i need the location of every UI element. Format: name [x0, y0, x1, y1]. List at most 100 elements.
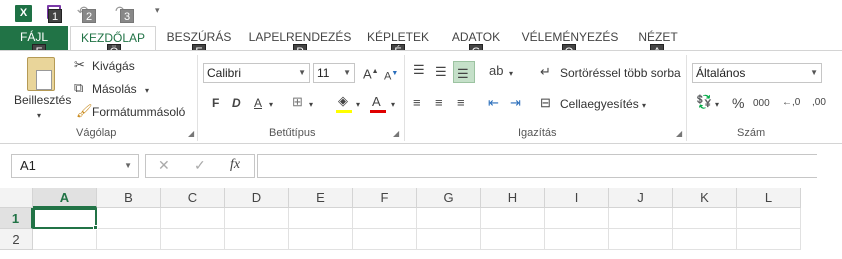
increase-font-icon[interactable]: A▲: [363, 65, 379, 81]
number-format-value: Általános: [696, 66, 746, 80]
cancel-icon[interactable]: ✕: [158, 157, 170, 174]
cell[interactable]: [609, 208, 673, 229]
column-header[interactable]: L: [737, 188, 801, 208]
orientation-dropdown-icon[interactable]: ▾: [509, 67, 513, 81]
column-header[interactable]: C: [161, 188, 225, 208]
cell[interactable]: [737, 208, 801, 229]
increase-indent-icon[interactable]: ⇥: [510, 96, 521, 110]
align-top-icon[interactable]: ☰: [413, 63, 425, 77]
cell[interactable]: [161, 229, 225, 250]
row-header[interactable]: 1: [0, 208, 33, 229]
column-header[interactable]: K: [673, 188, 737, 208]
copy-button[interactable]: Másolás: [92, 82, 137, 96]
cell[interactable]: [33, 229, 97, 250]
underline-button[interactable]: A: [254, 96, 262, 110]
bold-button[interactable]: F: [212, 96, 219, 110]
font-name-combo[interactable]: Calibri ▼: [203, 63, 310, 83]
column-header[interactable]: J: [609, 188, 673, 208]
cell[interactable]: [225, 208, 289, 229]
cell[interactable]: [417, 229, 481, 250]
format-painter-button[interactable]: Formátummásoló: [92, 105, 185, 119]
fill-handle[interactable]: [93, 225, 98, 230]
align-center-icon[interactable]: ≡: [435, 96, 443, 110]
orientation-icon[interactable]: ab: [489, 64, 503, 78]
underline-dropdown-icon[interactable]: ▾: [269, 98, 273, 112]
decrease-font-icon[interactable]: A▼: [384, 67, 398, 84]
italic-button[interactable]: D: [232, 96, 241, 110]
column-header[interactable]: E: [289, 188, 353, 208]
fill-color-swatch: [336, 110, 352, 113]
chevron-down-icon: ▼: [343, 68, 351, 77]
cell[interactable]: [225, 229, 289, 250]
column-header[interactable]: I: [545, 188, 609, 208]
cell[interactable]: [97, 208, 161, 229]
comma-style-button[interactable]: 000: [753, 97, 770, 111]
cell[interactable]: [97, 229, 161, 250]
column-header[interactable]: D: [225, 188, 289, 208]
cell[interactable]: [673, 208, 737, 229]
decrease-decimal-icon[interactable]: ,00: [812, 96, 826, 110]
customize-qat-icon[interactable]: ▾: [155, 5, 160, 16]
paste-dropdown-icon[interactable]: ▾: [37, 109, 41, 123]
formula-input[interactable]: [257, 154, 817, 178]
insert-function-icon[interactable]: fx: [230, 157, 240, 173]
cell[interactable]: [545, 208, 609, 229]
worksheet-grid: ABCDEFGHIJKL 12: [0, 188, 842, 259]
keytip-save: 1: [48, 9, 62, 23]
cell[interactable]: [545, 229, 609, 250]
decrease-indent-icon[interactable]: ⇤: [488, 96, 499, 110]
alignment-launcher-icon[interactable]: ◢: [676, 129, 682, 138]
group-divider: [686, 55, 687, 141]
formula-bar: A1 ▼ ✕ ✓ fx: [0, 144, 842, 188]
enter-icon[interactable]: ✓: [194, 157, 206, 174]
align-middle-icon[interactable]: ☰: [435, 65, 447, 79]
cell[interactable]: [481, 208, 545, 229]
paste-icon[interactable]: [27, 57, 55, 91]
column-header[interactable]: H: [481, 188, 545, 208]
merge-dropdown-icon[interactable]: ▾: [642, 99, 646, 113]
align-left-icon[interactable]: ≡: [413, 96, 421, 110]
cell[interactable]: [673, 229, 737, 250]
font-launcher-icon[interactable]: ◢: [393, 129, 399, 138]
cell[interactable]: [353, 229, 417, 250]
font-size-combo[interactable]: 11 ▼: [313, 63, 355, 83]
cell[interactable]: [289, 208, 353, 229]
fill-color-icon[interactable]: ◈: [338, 94, 348, 108]
cell[interactable]: [609, 229, 673, 250]
font-size-value: 11: [317, 66, 330, 80]
column-header[interactable]: G: [417, 188, 481, 208]
increase-decimal-icon[interactable]: ←,0: [782, 96, 800, 110]
name-box[interactable]: A1 ▼: [11, 154, 139, 178]
cell[interactable]: [289, 229, 353, 250]
column-header[interactable]: B: [97, 188, 161, 208]
select-all-corner[interactable]: [0, 188, 33, 208]
paste-button[interactable]: Beillesztés: [14, 93, 71, 107]
cell[interactable]: [353, 208, 417, 229]
column-header[interactable]: F: [353, 188, 417, 208]
cell[interactable]: [33, 208, 97, 229]
column-header[interactable]: A: [33, 188, 97, 208]
copy-dropdown-icon[interactable]: ▾: [145, 84, 149, 98]
merge-cells-button[interactable]: Cellaegyesítés: [560, 97, 639, 111]
accounting-dropdown-icon[interactable]: ▾: [715, 98, 719, 112]
font-color-dropdown-icon[interactable]: ▾: [391, 98, 395, 112]
wrap-text-button[interactable]: Sortöréssel több sorba: [560, 66, 681, 80]
cell[interactable]: [417, 208, 481, 229]
percent-style-button[interactable]: %: [732, 96, 744, 110]
cell[interactable]: [481, 229, 545, 250]
font-name-value: Calibri: [207, 66, 242, 80]
fill-dropdown-icon[interactable]: ▾: [356, 98, 360, 112]
cell[interactable]: [161, 208, 225, 229]
align-right-icon[interactable]: ≡: [457, 96, 465, 110]
clipboard-launcher-icon[interactable]: ◢: [188, 129, 194, 138]
row-header[interactable]: 2: [0, 229, 33, 250]
font-color-button[interactable]: A: [372, 95, 381, 109]
borders-icon[interactable]: ⊞: [292, 95, 303, 109]
cut-button[interactable]: Kivágás: [92, 59, 135, 73]
cell[interactable]: [737, 229, 801, 250]
accounting-format-icon[interactable]: 💱: [696, 95, 712, 109]
wrap-text-icon: ↵: [540, 64, 551, 79]
borders-dropdown-icon[interactable]: ▾: [309, 98, 313, 112]
number-format-combo[interactable]: Általános ▼: [692, 63, 822, 83]
formula-buttons: ✕ ✓ fx: [145, 154, 255, 178]
